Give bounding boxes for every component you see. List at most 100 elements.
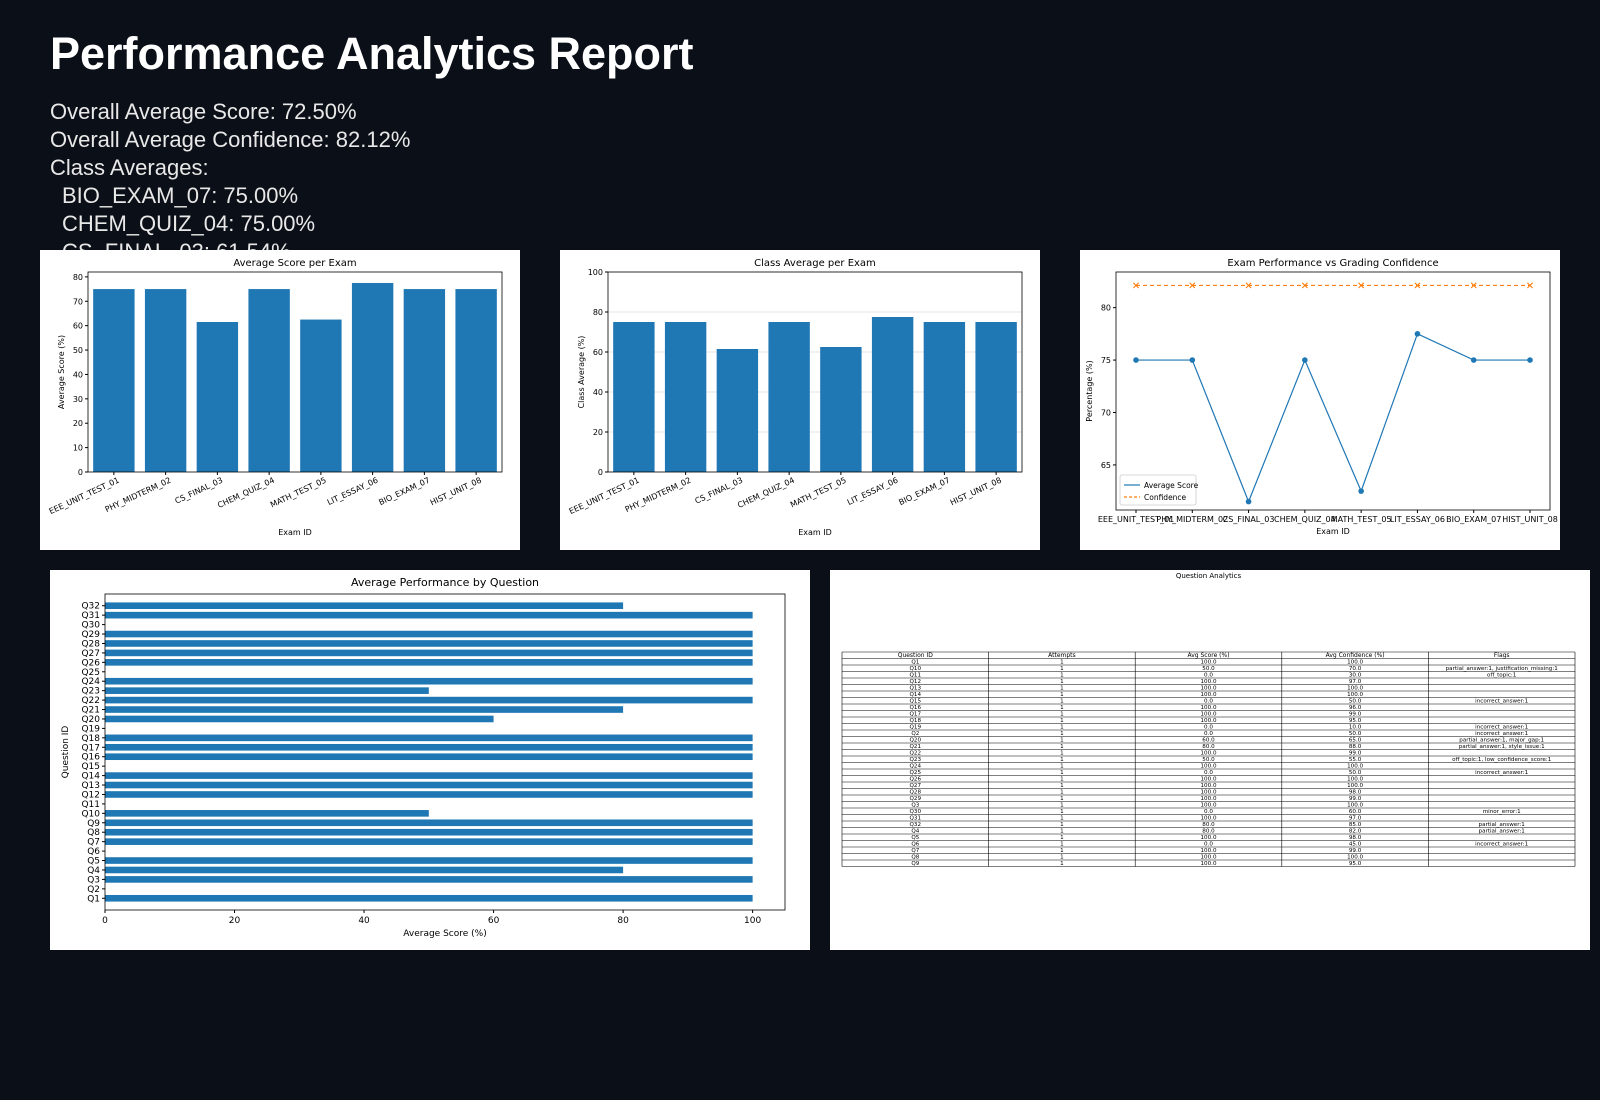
y-tick-label: 75 [1101, 356, 1111, 365]
table-cell: incorrect_answer:1 [1475, 725, 1528, 731]
x-axis-label: Average Score (%) [403, 929, 486, 939]
chart-title: Average Score per Exam [233, 258, 356, 269]
table-cell: Q30 [910, 809, 922, 815]
table-cell: 100.0 [1200, 751, 1216, 757]
chart-bar [664, 322, 707, 472]
table-title: Question Analytics [1176, 572, 1242, 580]
chart-bar [351, 282, 394, 472]
table-cell: Q4 [911, 829, 919, 835]
class-average-per-exam-panel: 0 20 40 60 80 100 EEE_UNIT_TEST_01 PHY_MIDTERM_… [560, 250, 1040, 550]
table-cell: 95.0 [1349, 718, 1362, 724]
performance-by-question-panel: Q1 Q2 Q3 Q4 Q5 Q6 Q7 Q8 Q9 Q10 Q11 Q12 Q13 Q14 Q15 Q16 Q… [50, 570, 810, 950]
y-tick-label: Q3 [87, 875, 100, 885]
y-tick-label: 0 [598, 468, 603, 477]
y-tick-label: Q30 [81, 621, 100, 631]
x-tick-label: LIT_ESSAY_06 [846, 476, 900, 507]
x-tick-label: MATH_TEST_05 [269, 476, 328, 510]
table-cell: 1 [1060, 686, 1064, 692]
y-tick-label: 100 [588, 268, 603, 277]
y-tick-label: Q5 [87, 857, 100, 867]
table-cell: 100.0 [1347, 660, 1363, 666]
table-cell: 97.0 [1349, 679, 1362, 685]
chart-bar [455, 289, 497, 472]
y-tick-label: Q4 [87, 866, 100, 876]
table-cell: 1 [1060, 744, 1064, 750]
y-tick-label: Q7 [87, 838, 100, 848]
y-tick-label: 80 [1101, 304, 1111, 313]
avg-score-per-exam-panel: 0 10 20 30 40 50 60 70 80 EEE_UNIT_TEST_01 PHY_MID… [40, 250, 520, 550]
table-cell: 55.0 [1349, 757, 1362, 763]
table-cell: partial_answer:1, major_gap:1 [1459, 738, 1544, 744]
table-cell: 100.0 [1347, 692, 1363, 698]
x-tick-label: MATH_TEST_05 [789, 476, 848, 510]
report-title: Performance Analytics Report [50, 28, 694, 79]
table-cell: 100.0 [1200, 855, 1216, 861]
question-bar [105, 743, 753, 751]
x-tick-label: CHEM_QUIZ_04 [1274, 515, 1336, 524]
table-cell: 0.0 [1204, 725, 1213, 731]
question-bar [105, 611, 753, 619]
table-cell: Q22 [910, 751, 922, 757]
table-cell: 1 [1060, 822, 1064, 828]
y-axis-label: Question ID [61, 726, 71, 779]
y-tick-label: Q24 [81, 677, 100, 687]
chart-bar [716, 349, 759, 472]
chart-title: Exam Performance vs Grading Confidence [1227, 258, 1438, 269]
y-tick-label: Q10 [81, 809, 100, 819]
table-cell: 1 [1060, 777, 1064, 783]
table-cell: 100.0 [1200, 679, 1216, 685]
summary-stats: Overall Average Score: 72.50% Overall Av… [50, 98, 750, 250]
table-cell: 100.0 [1200, 660, 1216, 666]
question-bar [105, 715, 494, 723]
table-cell: 100.0 [1200, 692, 1216, 698]
question-bar [105, 828, 753, 836]
y-axis-label: Percentage (%) [1085, 360, 1094, 421]
table-cell: 96.0 [1349, 705, 1362, 711]
table-cell: Q7 [911, 848, 919, 854]
table-cell: 82.0 [1349, 829, 1362, 835]
y-tick-label: Q23 [81, 687, 100, 697]
table-cell: 0.0 [1204, 673, 1213, 679]
table-cell: 1 [1060, 757, 1064, 763]
y-tick-label: 50 [73, 346, 83, 355]
question-bar [105, 876, 753, 883]
data-point [1470, 357, 1477, 363]
y-tick-label: Q1 [87, 894, 100, 904]
chart-bar [768, 322, 810, 472]
class-average-item: BIO_EXAM_07: 75.00% [62, 183, 299, 208]
x-tick-label: CS_FINAL_03 [1223, 515, 1275, 524]
y-tick-label: 0 [78, 468, 83, 477]
table-header: Flags [1494, 652, 1510, 659]
table-cell: 50.0 [1202, 666, 1215, 672]
table-cell: Q16 [910, 705, 922, 711]
table-cell: 99.0 [1349, 712, 1362, 718]
table-header: Avg Confidence (%) [1326, 652, 1385, 659]
table-cell: 1 [1060, 764, 1064, 770]
y-tick-label: Q8 [87, 828, 100, 838]
chart-bar [923, 322, 966, 472]
x-tick-label: 40 [358, 916, 370, 926]
question-bar [105, 706, 624, 713]
table-cell: Q5 [911, 835, 919, 841]
table-cell: 50.0 [1202, 757, 1215, 763]
question-bar [105, 630, 753, 638]
table-cell: 1 [1060, 731, 1064, 737]
data-point [1245, 498, 1252, 505]
table-cell: 70.0 [1349, 666, 1362, 672]
x-tick-label: PHY_MIDTERM_02 [1156, 515, 1228, 524]
question-bar [105, 838, 753, 845]
plot-frame [1115, 271, 1551, 511]
table-cell: incorrect_answer:1 [1475, 770, 1528, 776]
table-cell: Q6 [911, 842, 919, 848]
table-cell: partial_answer:1 [1479, 829, 1526, 835]
table-cell: 1 [1060, 666, 1064, 672]
table-cell: 100.0 [1200, 861, 1216, 867]
table-cell: 50.0 [1349, 699, 1362, 705]
y-tick-label: 40 [593, 388, 603, 397]
table-cell: 95.0 [1349, 861, 1362, 867]
table-cell: Q15 [910, 699, 922, 705]
table-cell: 100.0 [1200, 686, 1216, 692]
table-cell: 98.0 [1349, 835, 1362, 841]
x-tick-label: MATH_TEST_05 [1331, 515, 1392, 524]
y-tick-label: 80 [593, 308, 603, 317]
